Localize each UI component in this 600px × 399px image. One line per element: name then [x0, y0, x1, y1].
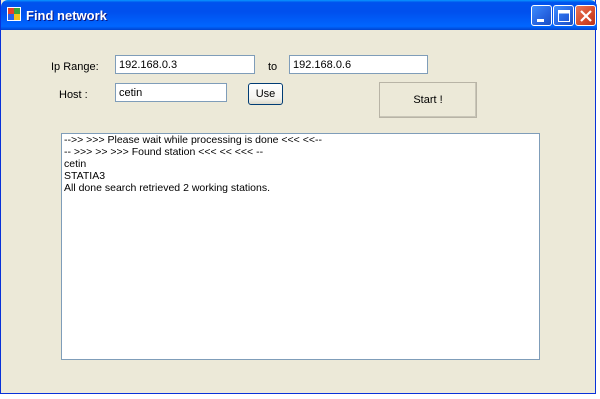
host-label: Host : [59, 89, 88, 101]
window-title: Find network [26, 8, 107, 23]
close-button[interactable] [575, 5, 596, 26]
maximize-button[interactable] [553, 5, 574, 26]
output-listbox[interactable]: -->> >>> Please wait while processing is… [61, 133, 540, 360]
find-network-window: Find network Ip Range: to Host : Use Sta… [0, 0, 597, 394]
output-line: STATIA3 [64, 170, 106, 182]
output-line: All done search retrieved 2 working stat… [64, 182, 271, 194]
close-icon [580, 10, 592, 22]
ip-to-input[interactable] [289, 55, 428, 74]
minimize-button[interactable] [531, 5, 552, 26]
app-icon [7, 7, 21, 21]
start-button[interactable]: Start ! [379, 82, 477, 118]
output-line: cetin [64, 158, 87, 170]
title-bar[interactable]: Find network [1, 0, 597, 30]
host-input[interactable] [115, 83, 227, 102]
output-line: -->> >>> Please wait while processing is… [64, 134, 322, 146]
to-label: to [268, 61, 278, 73]
maximize-icon [558, 10, 570, 22]
output-line: -- >>> >> >>> Found station <<< << <<< -… [64, 146, 264, 158]
ip-range-label: Ip Range: [51, 61, 99, 73]
minimize-icon [537, 19, 544, 22]
use-button[interactable]: Use [248, 83, 283, 105]
ip-from-input[interactable] [115, 55, 255, 74]
